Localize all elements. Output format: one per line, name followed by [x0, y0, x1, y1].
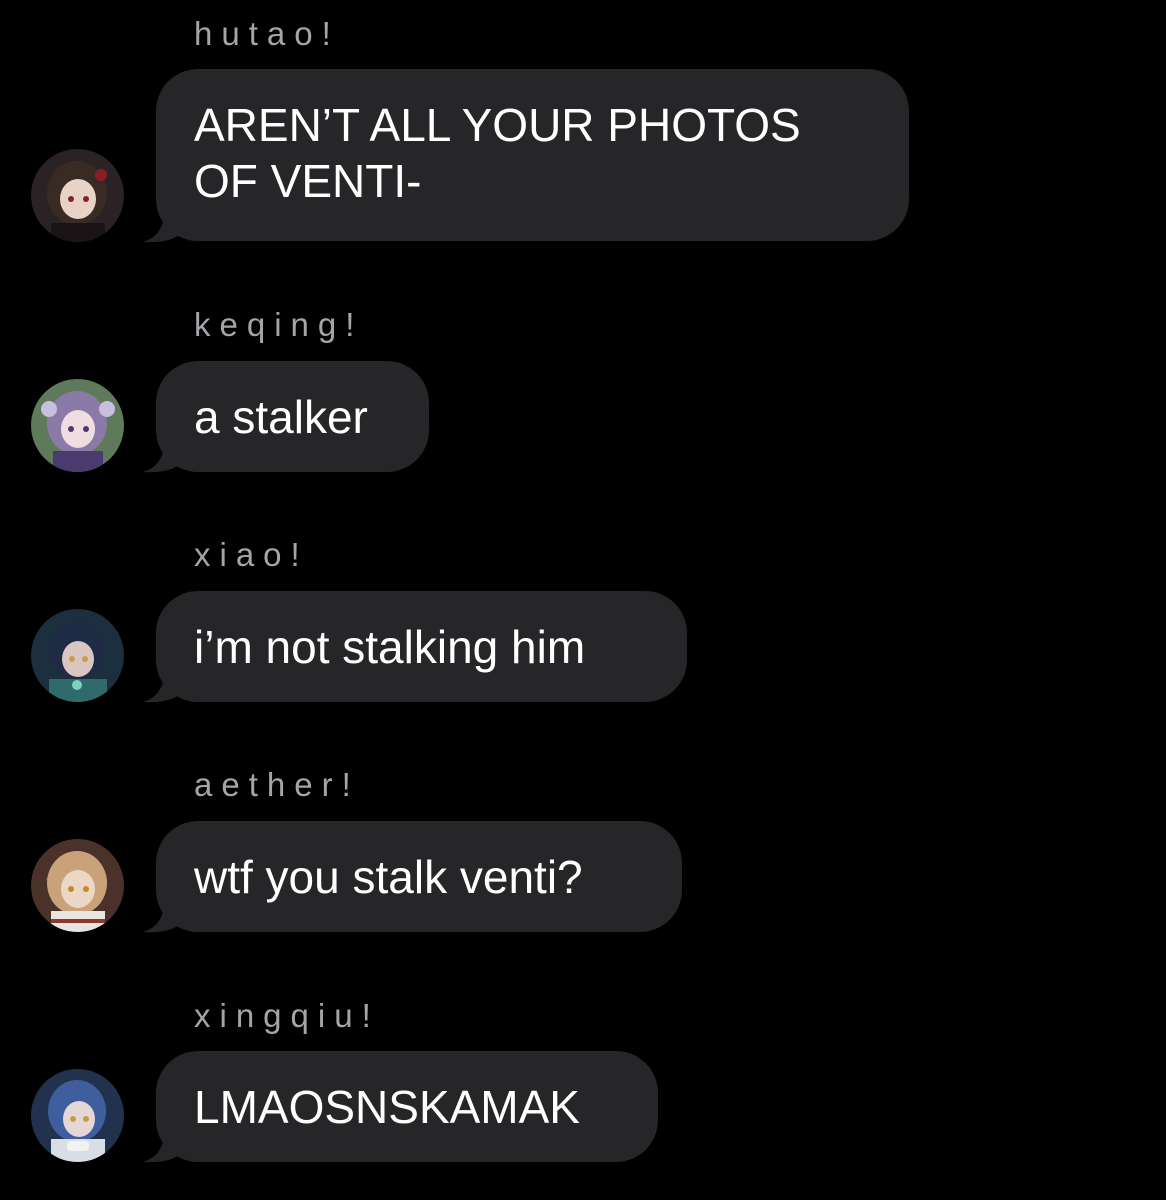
message-bubble[interactable]: AREN’T ALL YOUR PHOTOS OF VENTI- [156, 69, 909, 241]
xingqiu-avatar-icon[interactable] [31, 1069, 124, 1162]
message-thread: hutao! AREN’T ALL YOUR PHOTOS OF VENTI- … [0, 0, 1166, 1200]
aether-avatar-icon[interactable] [31, 839, 124, 932]
sender-name: keqing! [194, 306, 364, 343]
message-bubble[interactable]: wtf you stalk venti? [156, 821, 682, 932]
keqing-avatar-icon[interactable] [31, 379, 124, 472]
message-text-line: wtf you stalk venti? [194, 851, 583, 903]
message-bubble[interactable]: i’m not stalking him [156, 591, 687, 702]
bubble-tail [142, 678, 186, 703]
sender-name: aether! [194, 766, 360, 803]
message-text-line: OF VENTI- [194, 155, 422, 207]
message-bubble[interactable]: LMAOSNSKAMAK [156, 1051, 658, 1162]
bubble-tail [142, 218, 186, 243]
message-text-line: a stalker [194, 391, 368, 443]
sender-name: xingqiu! [194, 997, 380, 1034]
message-bubble[interactable]: a stalker [156, 361, 429, 472]
message-text-line: LMAOSNSKAMAK [194, 1081, 580, 1133]
bubble-tail [142, 448, 186, 473]
sender-name: hutao! [194, 15, 340, 52]
hutao-avatar-icon[interactable] [31, 149, 124, 242]
message-text-line: AREN’T ALL YOUR PHOTOS [194, 99, 801, 151]
message-text-line: i’m not stalking him [194, 621, 586, 673]
xiao-avatar-icon[interactable] [31, 609, 124, 702]
sender-name: xiao! [194, 536, 309, 573]
bubble-tail [142, 1138, 186, 1163]
bubble-tail [142, 908, 186, 933]
